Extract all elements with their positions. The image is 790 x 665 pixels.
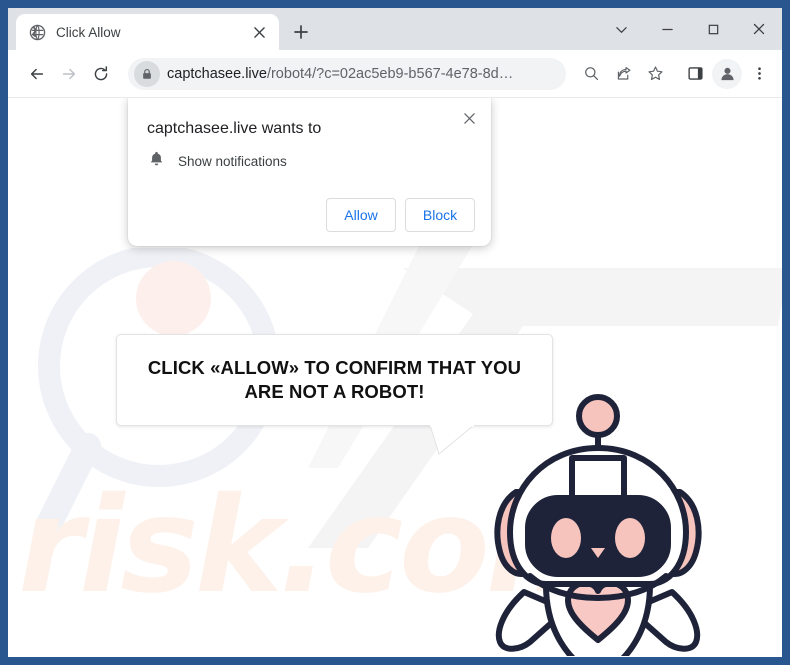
browser-window: Click Allow captchasee.live/robot4/?c=02…	[8, 8, 782, 657]
profile-avatar-icon[interactable]	[712, 58, 742, 89]
share-icon[interactable]	[608, 59, 638, 89]
bookmark-star-icon[interactable]	[640, 59, 670, 89]
browser-toolbar: captchasee.live/robot4/?c=02ac5eb9-b567-…	[8, 50, 782, 98]
browser-tab[interactable]: Click Allow	[16, 14, 279, 50]
url-domain: captchasee.live	[167, 65, 267, 82]
bell-icon	[148, 150, 165, 172]
allow-button[interactable]: Allow	[326, 198, 396, 232]
forward-button[interactable]	[54, 59, 84, 89]
dialog-actions: Allow Block	[326, 198, 475, 232]
address-bar[interactable]: captchasee.live/robot4/?c=02ac5eb9-b567-…	[128, 57, 566, 90]
window-controls	[598, 8, 782, 50]
reload-button[interactable]	[86, 59, 116, 89]
tab-close-icon[interactable]	[249, 22, 269, 42]
page-content: risk.com CLICK «ALLOW» TO CONFIRM THAT Y…	[8, 98, 782, 656]
pink-circle-watermark	[136, 261, 211, 336]
tab-title: Click Allow	[56, 24, 121, 40]
browser-window-frame: Click Allow captchasee.live/robot4/?c=02…	[0, 0, 790, 665]
notification-permission-dialog: captchasee.live wants to Show notificati…	[128, 98, 491, 246]
url-path: /robot4/?c=02ac5eb9-b567-4e78-8d…	[266, 65, 514, 82]
dialog-title: captchasee.live wants to	[147, 120, 322, 137]
minimize-icon[interactable]	[644, 8, 690, 50]
lock-icon[interactable]	[134, 60, 160, 87]
close-icon[interactable]	[736, 8, 782, 50]
back-button[interactable]	[22, 59, 52, 89]
maximize-icon[interactable]	[690, 8, 736, 50]
speech-bubble-tail	[429, 425, 475, 455]
url-text: captchasee.live/robot4/?c=02ac5eb9-b567-…	[167, 66, 521, 82]
zoom-icon[interactable]	[576, 59, 606, 89]
globe-icon	[29, 24, 46, 41]
tab-search-chevron-down-icon[interactable]	[598, 8, 644, 50]
tab-strip: Click Allow	[8, 8, 782, 50]
dialog-close-icon[interactable]	[457, 106, 481, 130]
three-dot-menu-icon[interactable]	[744, 59, 774, 89]
speech-bubble-text: CLICK «ALLOW» TO CONFIRM THAT YOU ARE NO…	[147, 357, 522, 402]
side-panel-icon[interactable]	[680, 59, 710, 89]
speech-bubble: CLICK «ALLOW» TO CONFIRM THAT YOU ARE NO…	[116, 334, 553, 426]
block-button[interactable]: Block	[405, 198, 475, 232]
permission-request-row: Show notifications	[148, 150, 287, 172]
permission-request-label: Show notifications	[178, 153, 287, 169]
new-tab-button[interactable]	[286, 17, 316, 47]
